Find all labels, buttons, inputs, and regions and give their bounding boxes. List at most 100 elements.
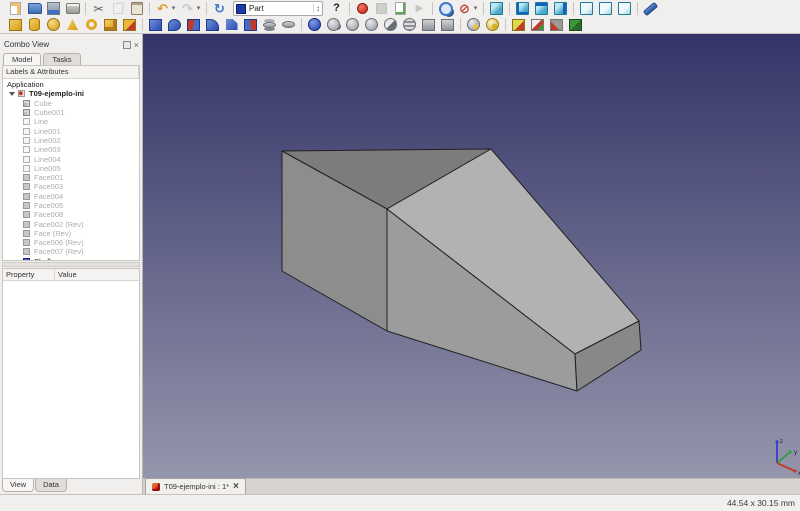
combo-spin-icon[interactable]: ↕ — [313, 4, 320, 13]
part-defeaturing-icon[interactable] — [510, 17, 527, 32]
tree-item-face005[interactable]: Face005 — [3, 201, 139, 210]
refresh-icon[interactable]: ↻ — [211, 1, 228, 16]
close-panel-icon[interactable]: × — [134, 42, 139, 48]
tab-view[interactable]: View — [2, 479, 34, 492]
part-section-icon[interactable] — [382, 17, 399, 32]
measure-distance-icon[interactable] — [642, 1, 659, 16]
part-primitives-icon[interactable] — [102, 17, 119, 32]
part-compound-icon[interactable] — [465, 17, 482, 32]
tree-item-line002[interactable]: Line002 — [3, 136, 139, 145]
tree-item-face-rev-[interactable]: Face (Rev) — [3, 229, 139, 238]
expand-arrow-icon[interactable] — [9, 92, 15, 96]
print-icon[interactable] — [64, 1, 81, 16]
view-bottom-icon[interactable] — [597, 1, 614, 16]
panel-splitter[interactable] — [2, 262, 140, 267]
float-panel-icon[interactable] — [123, 41, 131, 49]
part-sweep-icon[interactable] — [280, 17, 297, 32]
part-reverse-shapes-icon[interactable] — [548, 17, 565, 32]
tree-item-line005[interactable]: Line005 — [3, 164, 139, 173]
part-cylinder-icon[interactable] — [26, 17, 43, 32]
tree-item-face001[interactable]: Face001 — [3, 173, 139, 182]
new-document-icon[interactable] — [7, 1, 24, 16]
view-left-icon[interactable] — [616, 1, 633, 16]
view-right-icon[interactable] — [552, 1, 569, 16]
part-revolve-icon[interactable] — [166, 17, 183, 32]
tab-model[interactable]: Model — [3, 53, 41, 65]
part-shape-builder-icon[interactable] — [121, 17, 138, 32]
workbench-selector[interactable]: Part↕ — [233, 1, 323, 16]
part-loft-icon[interactable] — [261, 17, 278, 32]
fit-all-icon[interactable] — [437, 1, 454, 16]
view-front-icon[interactable] — [514, 1, 531, 16]
model-tree: ApplicationT09-ejemplo-iniCubeCube001Lin… — [3, 79, 139, 260]
close-document-icon[interactable]: × — [233, 483, 239, 491]
draw-style-dropdown-icon[interactable]: ▾ — [472, 1, 479, 16]
part-box-icon[interactable] — [7, 17, 24, 32]
part-boolean-icon[interactable] — [306, 17, 323, 32]
3d-viewport[interactable]: zyx — [143, 34, 800, 478]
part-extrude-icon[interactable] — [147, 17, 164, 32]
part-thickness-icon[interactable] — [439, 17, 456, 32]
whats-this-icon[interactable]: ? — [328, 1, 345, 16]
part-cone-icon[interactable] — [64, 17, 81, 32]
tree-item-shell[interactable]: Shell — [3, 257, 139, 260]
tab-tasks[interactable]: Tasks — [43, 53, 80, 65]
part-sphere-icon[interactable] — [45, 17, 62, 32]
part-fillet-icon[interactable] — [204, 17, 221, 32]
tree-item-cube001[interactable]: Cube001 — [3, 108, 139, 117]
tree-item-face007-rev-[interactable]: Face007 (Rev) — [3, 247, 139, 256]
view-isometric-icon[interactable] — [488, 1, 505, 16]
edge-icon — [23, 118, 30, 125]
macro-record-icon[interactable] — [354, 1, 371, 16]
draw-style-icon[interactable]: ⊘ — [456, 1, 473, 16]
cut-icon[interactable]: ✂ — [90, 1, 107, 16]
tree-item-line004[interactable]: Line004 — [3, 154, 139, 163]
part-cross-sections-icon[interactable] — [401, 17, 418, 32]
paste-icon[interactable] — [128, 1, 145, 16]
value-column-header[interactable]: Value — [55, 269, 77, 280]
tree-item-label: Face008 — [34, 210, 63, 219]
save-document-icon[interactable] — [45, 1, 62, 16]
tree-item-line003[interactable]: Line003 — [3, 145, 139, 154]
macro-edit-icon[interactable] — [392, 1, 409, 16]
tree-item-line[interactable]: Line — [3, 117, 139, 126]
part-simple-copy-icon[interactable] — [567, 17, 584, 32]
part-cut-icon[interactable] — [325, 17, 342, 32]
tree-item-face003[interactable]: Face003 — [3, 182, 139, 191]
face-icon — [23, 230, 30, 237]
tree-item-face004[interactable]: Face004 — [3, 192, 139, 201]
tree-item-cube[interactable]: Cube — [3, 99, 139, 108]
part-refine-shape-icon[interactable] — [529, 17, 546, 32]
open-document-icon[interactable] — [26, 1, 43, 16]
shell-icon — [23, 258, 30, 260]
part-check-geometry-icon[interactable] — [484, 17, 501, 32]
undo-icon[interactable]: ↶ — [154, 1, 171, 16]
part-ruled-surface-icon[interactable] — [242, 17, 259, 32]
part-chamfer-icon[interactable] — [223, 17, 240, 32]
tree-item-label: Line004 — [34, 155, 61, 164]
tree-column-header[interactable]: Labels & Attributes — [3, 66, 139, 79]
view-top-icon[interactable] — [533, 1, 550, 16]
part-torus-icon[interactable] — [83, 17, 100, 32]
undo-dropdown-icon[interactable]: ▾ — [170, 1, 177, 16]
property-column-header[interactable]: Property — [3, 269, 55, 280]
axis-z-arrow — [775, 440, 778, 443]
tree-item-line001[interactable]: Line001 — [3, 126, 139, 135]
tree-document[interactable]: T09-ejemplo-ini — [3, 89, 139, 98]
tree-item-face008[interactable]: Face008 — [3, 210, 139, 219]
part-offset-icon[interactable] — [420, 17, 437, 32]
part-union-icon[interactable] — [344, 17, 361, 32]
edge-icon — [23, 156, 30, 163]
tree-item-label: Face007 (Rev) — [34, 247, 84, 256]
tree-item-face006-rev-[interactable]: Face006 (Rev) — [3, 238, 139, 247]
tab-data[interactable]: Data — [35, 479, 67, 492]
tree-item-label: Face005 — [34, 201, 63, 210]
tree-root-application[interactable]: Application — [3, 80, 139, 89]
redo-dropdown-icon[interactable]: ▾ — [195, 1, 202, 16]
part-intersection-icon[interactable] — [363, 17, 380, 32]
document-tab[interactable]: T09-ejemplo-ini : 1* × — [145, 478, 246, 494]
tree-item-face002-rev-[interactable]: Face002 (Rev) — [3, 219, 139, 228]
part-mirror-icon[interactable] — [185, 17, 202, 32]
viewport-canvas[interactable]: zyx — [143, 34, 800, 478]
view-rear-icon[interactable] — [578, 1, 595, 16]
